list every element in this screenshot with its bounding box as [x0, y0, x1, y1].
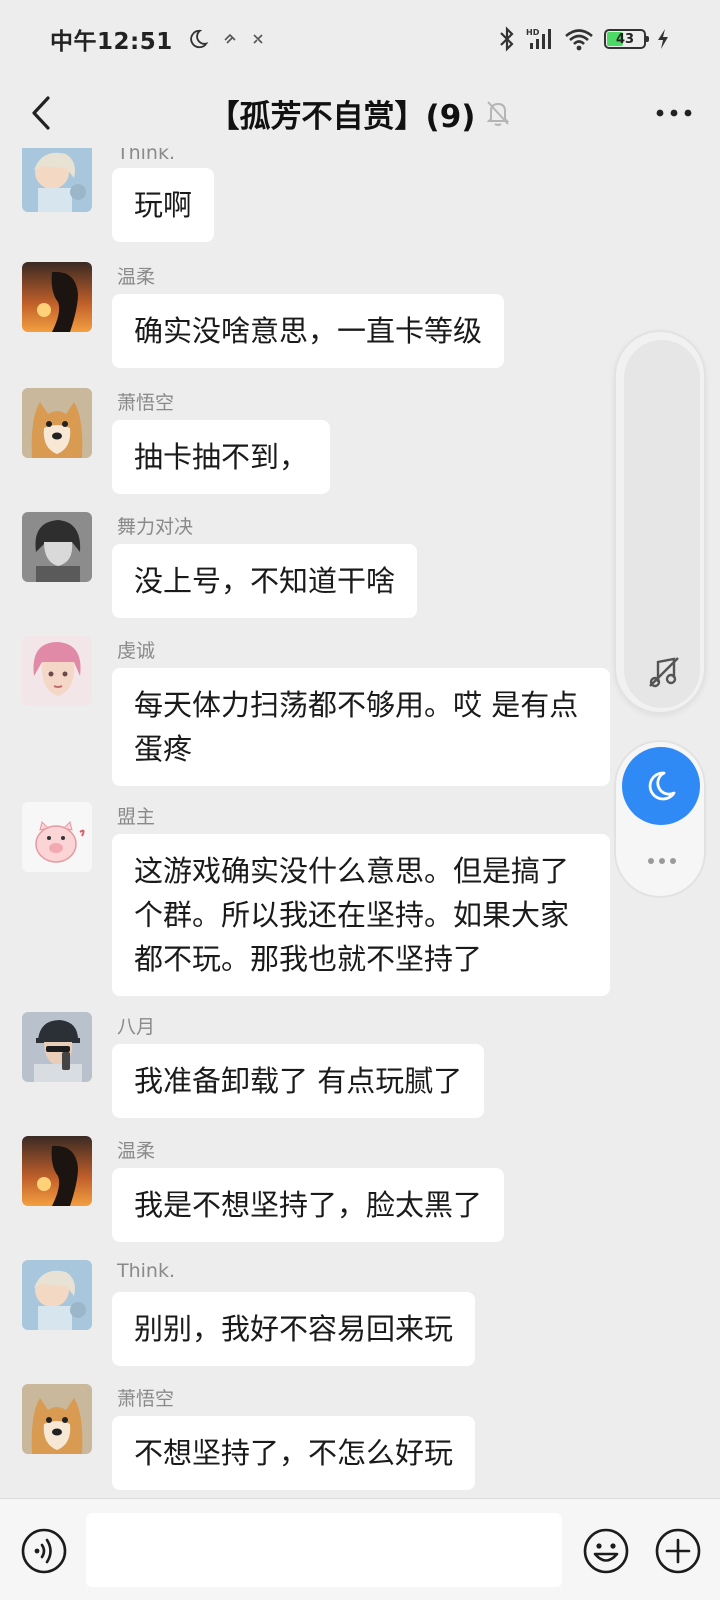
- avatar[interactable]: [22, 1260, 92, 1330]
- voice-input-icon[interactable]: [20, 1527, 68, 1575]
- status-bar: 中午12:51 HD 43: [0, 0, 720, 78]
- message-bubble[interactable]: 确实没啥意思，一直卡等级: [112, 294, 505, 368]
- bluetooth-icon: [500, 26, 514, 52]
- sender-name: 萧悟空: [117, 392, 175, 414]
- pink-hair-avatar-icon: [22, 636, 92, 706]
- avatar[interactable]: [22, 802, 92, 872]
- plus-icon[interactable]: [654, 1527, 702, 1575]
- avatar[interactable]: [22, 512, 92, 582]
- avatar[interactable]: [22, 1384, 92, 1454]
- back-arrow-icon[interactable]: [22, 92, 62, 134]
- sender-name: 温柔: [117, 1140, 156, 1162]
- sender-name: 盟主: [117, 806, 156, 828]
- avatar[interactable]: [22, 148, 92, 212]
- more-tools-icon[interactable]: [646, 856, 678, 866]
- sender-name: 萧悟空: [117, 1388, 175, 1410]
- chat-header: 【孤芳不自赏】(9): [0, 78, 720, 148]
- message-bubble[interactable]: 我准备卸载了 有点玩腻了: [112, 1044, 485, 1118]
- anime-girl-avatar-icon: [22, 1260, 92, 1330]
- floating-music-panel[interactable]: [614, 330, 706, 714]
- message-bubble[interactable]: 这游戏确实没什么意思。但是搞了个群。所以我还在坚持。如果大家都不玩。那我也就不坚…: [112, 834, 610, 996]
- input-bar: [0, 1498, 720, 1600]
- sunset-silhouette-avatar-icon: [22, 262, 92, 332]
- svg-text:HD: HD: [526, 28, 540, 37]
- message-bubble[interactable]: 没上号，不知道干啥: [112, 544, 418, 618]
- sender-name: 温柔: [117, 266, 156, 288]
- shiba-dog-avatar-icon: [22, 388, 92, 458]
- sender-name: Think.: [117, 148, 176, 164]
- wifi-icon: [565, 29, 593, 51]
- sender-name: 虔诚: [117, 640, 156, 662]
- sender-name: 舞力对决: [117, 516, 194, 538]
- chat-title-group: 【孤芳不自赏】(9): [209, 91, 512, 136]
- message-bubble[interactable]: 每天体力扫荡都不够用。哎 是有点蛋疼: [112, 668, 610, 786]
- grayscale-anime-avatar-icon: [22, 512, 92, 582]
- avatar[interactable]: [22, 262, 92, 332]
- floating-panel-track: [624, 340, 700, 708]
- message-bubble[interactable]: 抽卡抽不到，: [112, 420, 331, 494]
- avatar[interactable]: [22, 1136, 92, 1206]
- notification-icon: [224, 33, 236, 44]
- music-off-icon[interactable]: [646, 654, 682, 690]
- moon-icon: [189, 29, 209, 49]
- notification-icon: [253, 34, 263, 44]
- charging-icon: [658, 29, 668, 49]
- avatar[interactable]: [22, 388, 92, 458]
- message-bubble[interactable]: 玩啊: [112, 168, 215, 242]
- avatar[interactable]: [22, 636, 92, 706]
- cap-boy-avatar-icon: [22, 1012, 92, 1082]
- more-options-icon[interactable]: [654, 100, 694, 126]
- message-input[interactable]: [86, 1513, 562, 1587]
- avatar[interactable]: [22, 1012, 92, 1082]
- message-list[interactable]: Think. 玩啊 温柔 确实没啥意思，一直卡等级 萧悟空 抽卡抽不到， 舞力对…: [0, 148, 720, 1498]
- message-bubble[interactable]: 别别，我好不容易回来玩: [112, 1292, 476, 1366]
- sunset-silhouette-avatar-icon: [22, 1136, 92, 1206]
- pig-cartoon-avatar-icon: [22, 802, 92, 872]
- battery-level: 43: [615, 31, 635, 47]
- message-bubble[interactable]: 我是不想坚持了，脸太黑了: [112, 1168, 505, 1242]
- message-bubble[interactable]: 不想坚持了，不怎么好玩: [112, 1416, 476, 1490]
- dark-mode-button[interactable]: [622, 747, 700, 825]
- shiba-dog-avatar-icon: [22, 1384, 92, 1454]
- emoji-icon[interactable]: [582, 1527, 630, 1575]
- status-time: 中午12:51: [50, 29, 173, 55]
- sender-name: 八月: [117, 1016, 156, 1038]
- mute-bell-icon: [487, 101, 510, 126]
- sender-name: Think.: [117, 1260, 176, 1282]
- signal-icon: HD: [526, 28, 551, 49]
- anime-girl-avatar-icon: [22, 148, 92, 212]
- group-title: 【孤芳不自赏】(9): [208, 98, 476, 135]
- battery-indicator: 43: [604, 29, 649, 49]
- moon-icon: [648, 771, 676, 801]
